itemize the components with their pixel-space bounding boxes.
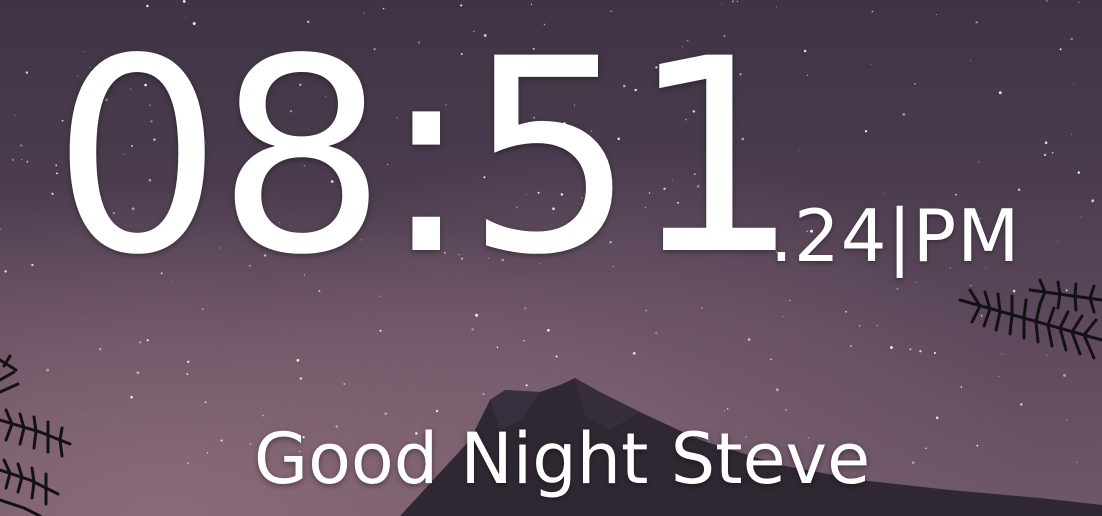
- star: [204, 401, 207, 404]
- star: [20, 144, 23, 147]
- clock-display: 08:51 .24|PM: [52, 8, 1092, 308]
- star: [747, 338, 751, 341]
- star: [775, 388, 779, 392]
- star: [296, 358, 300, 362]
- clock-hours-minutes: 08:51: [52, 2, 800, 314]
- star: [25, 71, 29, 74]
- clock-meridiem: PM: [912, 194, 1021, 278]
- clock-separator: |: [887, 194, 913, 278]
- star: [858, 325, 861, 327]
- star: [845, 310, 848, 313]
- star: [146, 339, 149, 342]
- star: [186, 373, 189, 376]
- star: [482, 393, 485, 395]
- star: [1001, 353, 1003, 355]
- star: [1020, 403, 1023, 406]
- star: [849, 344, 852, 348]
- star: [271, 354, 273, 356]
- star: [4, 270, 7, 273]
- star: [1063, 373, 1066, 377]
- star: [99, 347, 102, 351]
- star: [525, 384, 528, 387]
- star: [26, 160, 29, 163]
- star: [21, 159, 23, 161]
- clock-seconds-meridiem: .24|PM: [770, 194, 1020, 278]
- star: [890, 346, 893, 349]
- star: [471, 328, 474, 331]
- star: [876, 324, 878, 327]
- star: [187, 360, 190, 364]
- star: [919, 350, 922, 353]
- star: [11, 158, 14, 162]
- greeting-message: Good Night Steve: [253, 418, 871, 500]
- star: [379, 329, 382, 332]
- star: [785, 409, 787, 411]
- star: [31, 263, 34, 267]
- star: [130, 395, 133, 399]
- clock-seconds: .24: [770, 194, 888, 278]
- star: [343, 383, 346, 385]
- star: [1078, 1, 1080, 3]
- star: [547, 329, 550, 332]
- star: [14, 114, 16, 116]
- star: [998, 375, 1000, 377]
- star: [496, 346, 499, 349]
- star: [632, 352, 636, 355]
- star: [475, 313, 479, 317]
- star: [138, 341, 142, 344]
- star: [769, 358, 772, 361]
- star: [909, 348, 912, 351]
- star: [980, 315, 983, 317]
- star: [727, 408, 729, 410]
- star: [523, 340, 525, 342]
- star: [960, 386, 963, 388]
- star: [136, 371, 140, 375]
- star: [655, 331, 658, 334]
- star: [1046, 354, 1048, 356]
- star: [782, 316, 784, 318]
- star: [299, 377, 303, 380]
- star: [46, 368, 50, 372]
- star: [555, 355, 558, 358]
- star: [933, 351, 936, 355]
- star: [0, 228, 2, 230]
- star: [1046, 0, 1048, 2]
